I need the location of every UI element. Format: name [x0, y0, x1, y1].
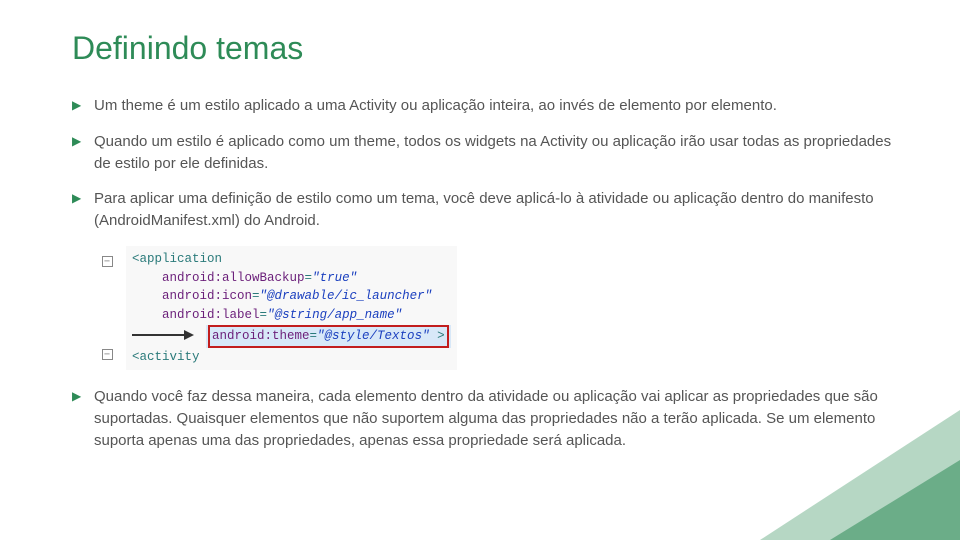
code-snippet: − − <application android:allowBackup="tr…: [94, 246, 900, 371]
decorative-corner: [830, 460, 960, 540]
slide: Definindo temas Um theme é um estilo apl…: [0, 0, 960, 540]
code-block: <application android:allowBackup="true" …: [126, 246, 457, 371]
code-text: android:icon: [162, 289, 252, 303]
bullet-item: Um theme é um estilo aplicado a uma Acti…: [72, 95, 900, 117]
bullet-item: Quando um estilo é aplicado como um them…: [72, 131, 900, 175]
bullet-list: Um theme é um estilo aplicado a uma Acti…: [72, 95, 900, 232]
code-text: android:label: [162, 308, 260, 322]
fold-icon: −: [102, 256, 113, 267]
code-gutter: − −: [94, 256, 120, 360]
code-text: "@drawable/ic_launcher": [260, 289, 433, 303]
arrow-icon: [132, 327, 200, 346]
page-title: Definindo temas: [72, 30, 900, 67]
code-text: android:allowBackup: [162, 271, 305, 285]
code-text: <activity: [132, 350, 200, 364]
code-text: <application: [132, 252, 222, 266]
highlighted-code: android:theme="@style/Textos" >: [208, 325, 449, 348]
code-text: "true": [312, 271, 357, 285]
code-text: "@string/app_name": [267, 308, 402, 322]
bullet-item: Para aplicar uma definição de estilo com…: [72, 188, 900, 232]
fold-icon: −: [102, 349, 113, 360]
